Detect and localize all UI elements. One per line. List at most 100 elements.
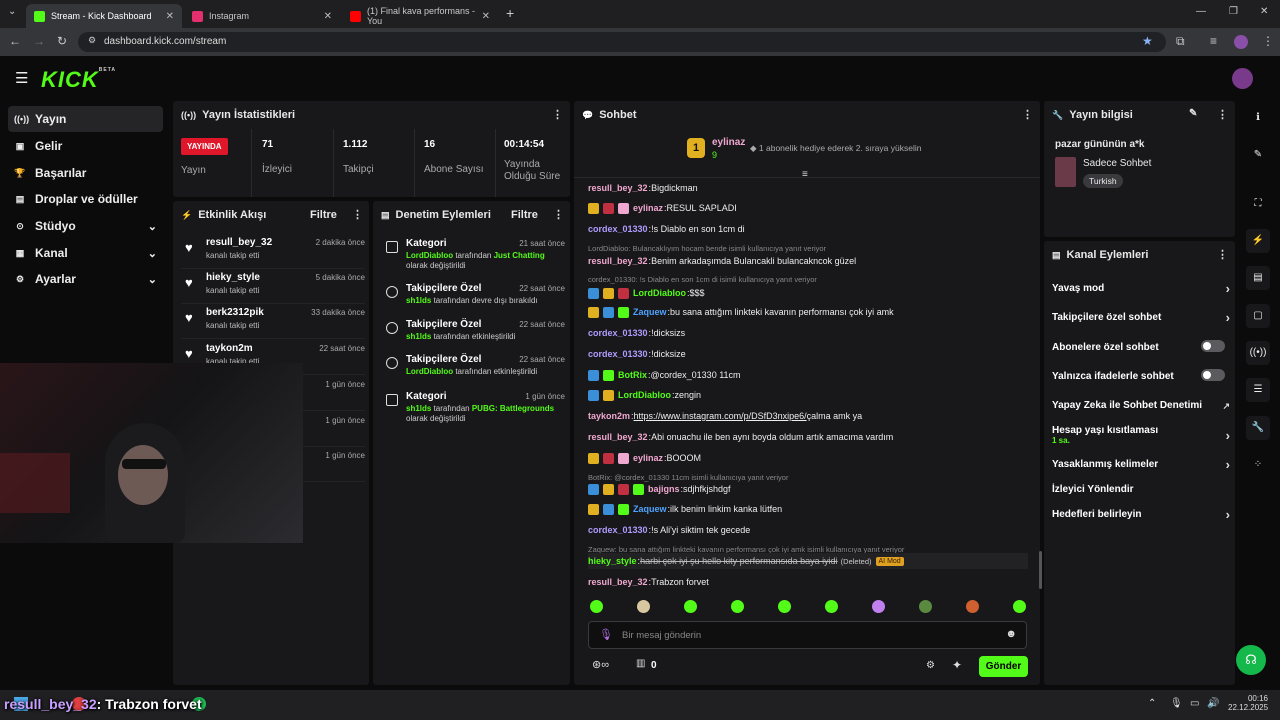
emote-icon[interactable] [966, 600, 979, 613]
chat-username[interactable]: resull_bey_32 [588, 577, 648, 587]
event-user[interactable]: hieky_style [206, 272, 260, 283]
chat-username[interactable]: LordDiabloo [618, 390, 671, 400]
emote-icon[interactable] [731, 600, 744, 613]
emote-icon[interactable] [825, 600, 838, 613]
edit-pencil-icon[interactable]: ✎ [1189, 108, 1197, 119]
tray-chevron-icon[interactable]: ⌃ [1148, 698, 1156, 709]
chat-username[interactable]: cordex_01330 [588, 224, 648, 234]
more-options-icon[interactable]: ⋮ [1217, 108, 1228, 121]
chat-username[interactable]: resull_bey_32 [588, 432, 648, 442]
chat-username[interactable]: taykon2m [588, 411, 630, 421]
chat-username[interactable]: Zaquew [633, 307, 667, 317]
help-headset-icon[interactable]: ☊ [1236, 645, 1266, 675]
wrench-icon[interactable]: 🔧 [1246, 416, 1270, 440]
chat-username[interactable]: LordDiabloo [633, 288, 686, 298]
layout-icon[interactable]: ☰ [1246, 378, 1270, 402]
emote-icon[interactable] [590, 600, 603, 613]
emoji-picker-icon[interactable]: ☻ [1005, 628, 1017, 640]
microphone-icon[interactable]: 🎙 [599, 628, 613, 641]
event-user[interactable]: berk2312pik [206, 307, 264, 318]
mod-user[interactable]: sh1lds [406, 404, 431, 413]
mod-user[interactable]: sh1lds [406, 332, 431, 341]
tab-kick-dashboard[interactable]: Stream - Kick Dashboard ✕ [26, 4, 182, 28]
bolt-icon[interactable]: ⚡ [1246, 229, 1270, 253]
chat-username[interactable]: cordex_01330 [588, 525, 648, 535]
broadcast-icon[interactable]: ((•)) [1246, 341, 1270, 365]
sidebar-item-gelir[interactable]: ▣ Gelir [8, 133, 163, 159]
chat-username[interactable]: cordex_01330 [588, 349, 648, 359]
emote-icon[interactable] [637, 600, 650, 613]
forward-icon[interactable]: → [33, 34, 45, 48]
kicks-icon[interactable]: ✦ [952, 658, 962, 672]
filter-button[interactable]: Filtre [511, 209, 538, 221]
ai-moderation-row[interactable]: Yapay Zeka ile Sohbet Denetimi ↗ [1052, 400, 1230, 411]
chat-username[interactable]: cordex_01330 [588, 328, 648, 338]
chat-username[interactable]: eylinaz [633, 453, 663, 463]
microphone-icon[interactable]: 🎙 [1170, 698, 1183, 709]
banned-words-row[interactable]: Yasaklanmış kelimeler › [1052, 457, 1230, 472]
back-icon[interactable]: ← [9, 34, 21, 48]
book-icon[interactable]: ▤ [1246, 266, 1270, 290]
user-avatar[interactable] [1232, 68, 1253, 89]
chat-username[interactable]: eylinaz [633, 203, 663, 213]
media-icon[interactable]: ≡ [1210, 34, 1217, 48]
bookmark-star-icon[interactable]: ★ [1142, 34, 1153, 48]
chat-message-text[interactable]: https://www.instagram.com/p/DSfD3nxipe6/ [634, 411, 807, 421]
reload-icon[interactable]: ↻ [57, 34, 67, 48]
network-icon[interactable]: ▭ [1190, 698, 1199, 709]
chat-username[interactable]: hieky_style [588, 556, 637, 566]
event-user[interactable]: taykon2m [206, 343, 253, 354]
volume-icon[interactable]: 🔊 [1207, 698, 1219, 709]
chat-username[interactable]: resull_bey_32 [588, 256, 648, 266]
new-tab-button[interactable]: + [506, 5, 514, 21]
browser-menu-icon[interactable]: ⋮ [1262, 34, 1274, 48]
sidebar-item-yayin[interactable]: ((•)) Yayın [8, 106, 163, 132]
mod-user[interactable]: LordDiabloo [406, 251, 453, 260]
site-info-icon[interactable]: ⚙ [88, 35, 96, 46]
maximize-icon[interactable]: ❐ [1229, 6, 1238, 17]
followers-only-row[interactable]: Takipçilere özel sohbet › [1052, 310, 1230, 325]
more-options-icon[interactable]: ⋮ [1022, 108, 1033, 121]
emote-only-toggle[interactable] [1201, 369, 1225, 381]
close-window-icon[interactable]: ✕ [1260, 6, 1268, 17]
close-tab-icon[interactable]: ✕ [166, 11, 174, 22]
extensions-icon[interactable]: ⧉ [1176, 34, 1185, 49]
sidebar-item-ayarlar[interactable]: ⚙ Ayarlar ⌄ [8, 266, 163, 292]
chat-scrollbar[interactable] [1039, 551, 1042, 589]
more-options-icon[interactable]: ⋮ [552, 108, 563, 121]
tab-youtube[interactable]: (1) Final kava performans - You ✕ [342, 4, 498, 28]
emote-icon[interactable] [778, 600, 791, 613]
account-age-row[interactable]: Hesap yaşı kısıtlaması › 1 sa. [1052, 425, 1230, 445]
more-options-icon[interactable]: ⋮ [352, 208, 363, 221]
chat-input[interactable]: 🎙 Bir mesaj gönderin ☻ [588, 621, 1027, 649]
more-options-icon[interactable]: ⋮ [553, 208, 564, 221]
sidebar-item-studyo[interactable]: ⊙ Stüdyo ⌄ [8, 213, 163, 239]
mod-user[interactable]: LordDiabloo [406, 367, 453, 376]
tab-search-icon[interactable]: ⌄ [8, 6, 16, 17]
chat-username[interactable]: resull_bey_32 [588, 183, 648, 193]
chat-username[interactable]: Zaquew [633, 504, 667, 514]
chat-username[interactable]: bajigns [648, 484, 680, 494]
emote-icon[interactable] [872, 600, 885, 613]
taskbar-clock[interactable]: 00:16 22.12.2025 [1228, 694, 1268, 712]
chat-icon[interactable]: ▢ [1246, 304, 1270, 328]
send-button[interactable]: Gönder [979, 656, 1028, 677]
gift-subs-icon[interactable]: ⊛∞ [592, 658, 609, 671]
raid-row[interactable]: İzleyici Yönlendir [1052, 484, 1228, 495]
url-input[interactable]: dashboard.kick.com/stream [78, 32, 1166, 52]
profile-avatar[interactable] [1234, 35, 1248, 49]
collapse-pinned-icon[interactable]: ≡ [802, 169, 808, 180]
sidebar-item-basarilar[interactable]: 🏆 Başarılar [8, 160, 163, 186]
more-options-icon[interactable]: ⋮ [1217, 248, 1228, 261]
event-user[interactable]: resull_bey_32 [206, 237, 272, 248]
pencil-icon[interactable]: ✎ [1246, 143, 1270, 167]
slow-mode-row[interactable]: Yavaş mod › [1052, 281, 1230, 296]
add-widget-icon[interactable]: ⁘ [1246, 453, 1270, 477]
pinned-user[interactable]: eylinaz [712, 137, 745, 148]
close-tab-icon[interactable]: ✕ [482, 11, 490, 22]
tab-instagram[interactable]: Instagram ✕ [184, 4, 340, 28]
category-name[interactable]: Sadece Sohbet [1083, 158, 1151, 169]
emote-icon[interactable] [684, 600, 697, 613]
mod-user[interactable]: sh1lds [406, 296, 431, 305]
chat-settings-icon[interactable]: ⚙ [926, 660, 935, 671]
